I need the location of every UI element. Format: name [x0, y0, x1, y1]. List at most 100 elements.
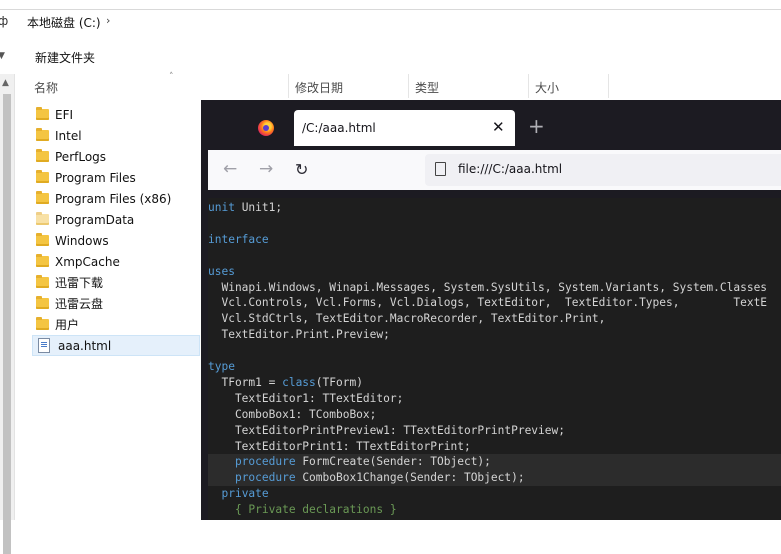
file-row[interactable]: EFI — [32, 104, 202, 125]
breadcrumb-drive[interactable]: 本地磁盘 (C:) — [27, 14, 101, 31]
code-token: Vcl.StdCtrls, TextEditor.MacroRecorder, … — [208, 312, 606, 326]
column-divider[interactable] — [288, 74, 289, 98]
code-line: Vcl.StdCtrls, TextEditor.MacroRecorder, … — [208, 311, 781, 327]
arrow-right-icon[interactable]: → — [259, 159, 273, 179]
folder-icon — [36, 107, 49, 120]
file-name: PerfLogs — [55, 149, 107, 164]
column-name[interactable]: 名称 — [34, 79, 58, 96]
file-list: EFI Intel PerfLogs Program Files Program Fil… — [32, 104, 202, 356]
folder-icon — [36, 317, 49, 330]
folder-icon — [36, 254, 49, 267]
scrollbar-thumb[interactable] — [3, 94, 11, 554]
code-token: Winapi.Windows, Winapi.Messages, System.… — [208, 280, 768, 294]
reload-icon[interactable]: ↻ — [295, 160, 308, 179]
file-row[interactable]: 迅雷下载 — [32, 272, 202, 293]
tab-aaa-html[interactable]: /C:/aaa.html ✕ — [294, 110, 515, 146]
folder-icon — [36, 296, 49, 309]
code-line: type — [208, 359, 781, 375]
code-token: TextEditorPrint1: TTextEditorPrint; — [208, 439, 471, 453]
column-divider[interactable] — [608, 74, 609, 98]
code-line: unit Unit1; — [208, 200, 781, 216]
folder-icon — [36, 275, 49, 288]
code-line: TextEditor.Print.Preview; — [208, 327, 781, 343]
url-field[interactable]: file:///C:/aaa.html — [425, 154, 781, 186]
folder-icon — [36, 128, 49, 141]
code-token: uses — [208, 264, 235, 278]
file-row[interactable]: aaa.html — [32, 335, 200, 356]
file-row[interactable]: Intel — [32, 125, 202, 146]
sort-ascending-icon: ˄ — [169, 72, 174, 82]
file-name: EFI — [55, 107, 74, 122]
scroll-up-icon[interactable]: ▲ — [2, 78, 9, 88]
code-line: procedure FormCreate(Sender: TObject); — [208, 454, 781, 471]
breadcrumb-left-fragment: ф — [0, 14, 9, 28]
code-token: Unit1; — [234, 201, 283, 214]
firefox-window: /C:/aaa.html ✕ + ← → ↻ file:///C:/aaa.ht… — [201, 100, 781, 520]
code-token: FormCreate(Sender: TObject); — [295, 455, 491, 469]
column-type[interactable]: 类型 — [415, 79, 439, 96]
code-line: uses — [208, 264, 781, 280]
code-line: TextEditor1: TTextEditor; — [208, 391, 781, 407]
code-token: { Private declarations } — [208, 503, 397, 517]
file-row[interactable]: Windows — [32, 230, 202, 251]
code-line: interface — [208, 232, 781, 248]
code-line: procedure ComboBox1Change(Sender: TObjec… — [208, 470, 781, 487]
file-row[interactable]: Program Files — [32, 167, 202, 188]
code-token: TextEditor.Print.Preview; — [208, 328, 390, 342]
arrow-left-icon[interactable]: ← — [223, 159, 237, 179]
firefox-icon[interactable] — [258, 120, 274, 136]
code-token: (TForm) — [315, 375, 363, 389]
file-name: 迅雷云盘 — [55, 297, 104, 311]
url-text[interactable]: file:///C:/aaa.html — [458, 162, 562, 176]
code-token: unit — [208, 201, 235, 214]
code-token: TextEditor1: TTextEditor; — [208, 391, 404, 405]
close-icon[interactable]: ✕ — [492, 118, 505, 136]
address-bar[interactable]: ф 本地磁盘 (C:) › — [0, 9, 781, 37]
code-token: private — [221, 487, 269, 501]
file-name: Program Files — [55, 170, 136, 185]
code-line: TextEditorPrint1: TTextEditorPrint; — [208, 439, 781, 455]
code-token: procedure — [234, 455, 296, 469]
chevron-right-icon[interactable]: › — [106, 14, 110, 27]
file-row[interactable]: PerfLogs — [32, 146, 202, 167]
file-name: Program Files (x86) — [55, 191, 172, 206]
file-name: Intel — [55, 128, 82, 143]
code-token: type — [208, 360, 235, 373]
file-name: aaa.html — [58, 338, 112, 353]
code-line: private — [208, 486, 781, 502]
file-row[interactable]: 用户 — [32, 314, 202, 335]
code-line: Winapi.Windows, Winapi.Messages, System.… — [208, 280, 781, 296]
file-row[interactable]: 迅雷云盘 — [32, 293, 202, 314]
column-header: ˄ 名称 修改日期 类型 大小 — [15, 72, 781, 98]
column-divider[interactable] — [408, 74, 409, 98]
navigation-pane-scrollbar[interactable]: ▲ — [0, 74, 15, 554]
code-token: interface — [208, 232, 269, 246]
column-modified[interactable]: 修改日期 — [295, 79, 343, 96]
command-bar: ▼ 新建文件夹 — [0, 36, 781, 74]
plus-icon[interactable]: + — [528, 114, 545, 138]
code-line: { Private declarations } — [208, 502, 781, 518]
code-line: Vcl.Controls, Vcl.Forms, Vcl.Dialogs, Te… — [208, 295, 781, 311]
folder-icon — [36, 170, 49, 183]
tab-strip: /C:/aaa.html ✕ + — [201, 100, 781, 150]
file-name: XmpCache — [55, 254, 120, 269]
folder-icon — [36, 149, 49, 162]
code-token: ComboBox1: TComboBox; — [208, 407, 377, 421]
file-row[interactable]: XmpCache — [32, 251, 202, 272]
new-folder-button[interactable]: 新建文件夹 — [35, 49, 95, 66]
chevron-down-icon[interactable]: ▼ — [0, 51, 5, 61]
code-line: TForm1 = class(TForm) — [208, 375, 781, 391]
column-size[interactable]: 大小 — [535, 79, 559, 96]
column-divider[interactable] — [528, 74, 529, 98]
folder-icon — [36, 212, 49, 225]
folder-icon — [36, 191, 49, 204]
tab-title: /C:/aaa.html — [302, 121, 376, 135]
navigation-toolbar: ← → ↻ file:///C:/aaa.html — [208, 150, 781, 190]
file-name: 用户 — [55, 318, 80, 332]
file-row[interactable]: ProgramData — [32, 209, 202, 230]
file-row[interactable]: Program Files (x86) — [32, 188, 202, 209]
